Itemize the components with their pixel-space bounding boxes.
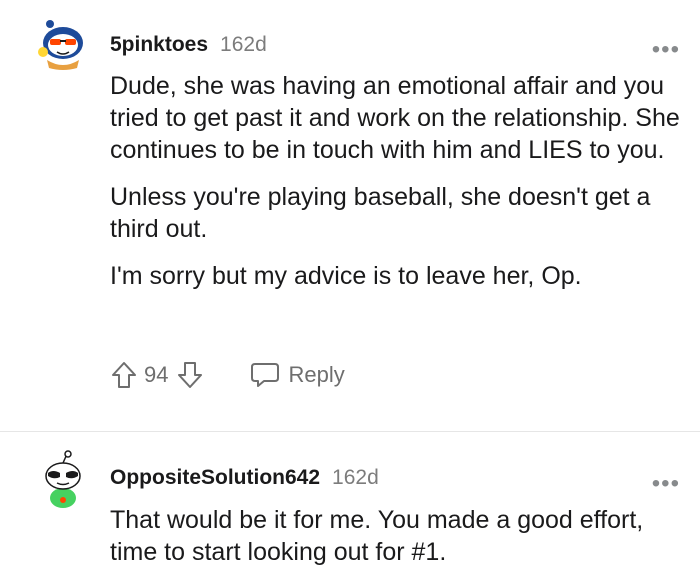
comment-paragraph: Dude, she was having an emotional affair… bbox=[110, 72, 680, 164]
comment-paragraph: Unless you're playing baseball, she does… bbox=[110, 183, 651, 243]
snoo-avatar-sunglasses-icon bbox=[35, 14, 91, 70]
comment: 5pinktoes 162d ••• Dude, she was having … bbox=[0, 0, 700, 430]
snoo-avatar-shades-green-shirt-icon bbox=[45, 450, 81, 508]
more-options-icon: ••• bbox=[651, 470, 680, 497]
downvote-icon[interactable] bbox=[176, 360, 204, 390]
comment-age: 162d bbox=[332, 466, 379, 489]
user-avatar[interactable] bbox=[33, 12, 93, 72]
username[interactable]: 5pinktoes bbox=[110, 33, 208, 57]
more-options-button[interactable]: ••• bbox=[652, 472, 680, 496]
chat-bubble-icon bbox=[251, 363, 280, 387]
comment-paragraph: That would be it for me. You made a good… bbox=[110, 506, 644, 566]
comment-age: 162d bbox=[220, 33, 267, 56]
username[interactable]: OppositeSolution642 bbox=[110, 466, 320, 490]
comment-body: That would be it for me. You made a good… bbox=[110, 504, 680, 583]
vote-score: 94 bbox=[144, 362, 169, 387]
reply-label: Reply bbox=[288, 362, 345, 387]
reply-button[interactable]: Reply bbox=[250, 361, 345, 389]
more-options-button[interactable]: ••• bbox=[652, 38, 680, 62]
user-avatar[interactable] bbox=[33, 450, 93, 510]
comment-actions: 94 Reply bbox=[110, 360, 345, 390]
upvote-icon[interactable] bbox=[110, 360, 138, 390]
comment-paragraph: I'm sorry but my advice is to leave her,… bbox=[110, 262, 582, 290]
comment: OppositeSolution642 162d ••• That would … bbox=[0, 432, 700, 582]
more-options-icon: ••• bbox=[651, 36, 680, 63]
comment-body: Dude, she was having an emotional affair… bbox=[110, 70, 680, 307]
